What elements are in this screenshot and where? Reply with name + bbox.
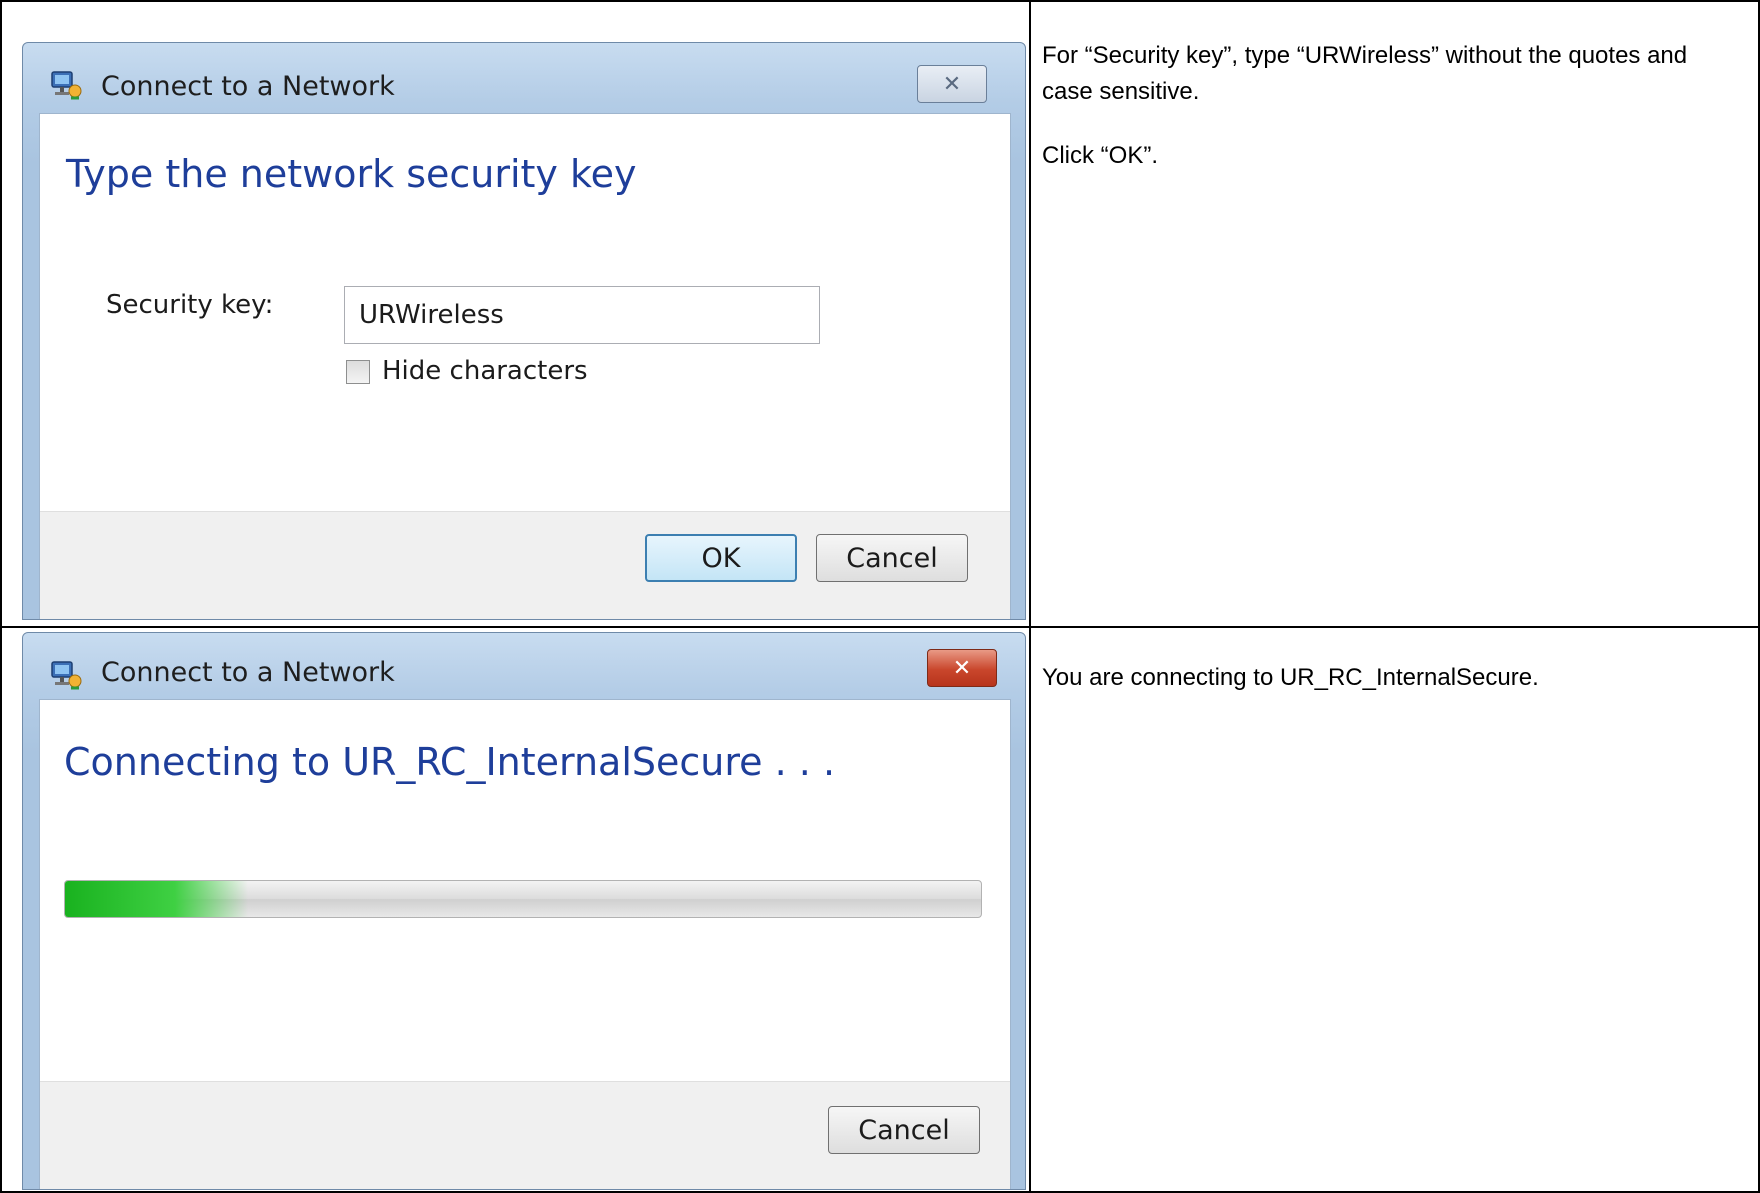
ok-button[interactable]: OK	[645, 534, 797, 582]
dialog-title: Connect to a Network	[101, 657, 395, 688]
security-key-dialog: Connect to a Network ✕ Type the network …	[22, 42, 1026, 620]
security-key-input[interactable]: URWireless	[344, 286, 820, 344]
dialog-footer: OK Cancel	[40, 511, 1010, 619]
close-icon: ✕	[942, 71, 962, 97]
cancel-button[interactable]: Cancel	[828, 1106, 980, 1154]
instruction-line: Click “OK”.	[1042, 142, 1158, 169]
progress-fill	[65, 881, 249, 917]
hide-characters-label: Hide characters	[382, 356, 588, 386]
connection-progress-bar	[64, 880, 982, 918]
security-key-label: Security key:	[106, 290, 274, 320]
close-button[interactable]: ✕	[917, 65, 987, 103]
close-icon: ✕	[952, 655, 972, 681]
dialog-title: Connect to a Network	[101, 71, 395, 102]
step1-instructions: For “Security key”, type “URWireless” wi…	[1042, 38, 1742, 174]
instruction-table: Connect to a Network ✕ Type the network …	[0, 0, 1760, 1193]
dialog-client-area: Type the network security key Security k…	[39, 113, 1011, 619]
table-cell-step2-text	[1029, 626, 1760, 1193]
dialog-titlebar: Connect to a Network ✕	[23, 43, 1025, 123]
dialog-heading: Type the network security key	[66, 152, 637, 196]
cancel-button[interactable]: Cancel	[816, 534, 968, 582]
instruction-line: For “Security key”, type “URWireless” wi…	[1042, 42, 1688, 105]
connecting-dialog: Connect to a Network ✕ Connecting to UR_…	[22, 632, 1026, 1190]
cancel-button-label: Cancel	[858, 1114, 950, 1146]
network-connection-icon	[51, 71, 82, 100]
close-button[interactable]: ✕	[927, 649, 997, 687]
ok-button-label: OK	[701, 542, 741, 574]
dialog-client-area: Connecting to UR_RC_InternalSecure . . .…	[39, 699, 1011, 1189]
security-key-value: URWireless	[359, 300, 504, 330]
hide-characters-checkbox[interactable]	[346, 360, 370, 384]
dialog-footer: Cancel	[40, 1081, 1010, 1189]
dialog-heading: Connecting to UR_RC_InternalSecure . . .	[64, 740, 836, 784]
instruction-line: You are connecting to UR_RC_InternalSecu…	[1042, 664, 1539, 691]
network-connection-icon	[51, 661, 82, 690]
cancel-button-label: Cancel	[846, 542, 938, 574]
step2-instructions: You are connecting to UR_RC_InternalSecu…	[1042, 660, 1742, 696]
